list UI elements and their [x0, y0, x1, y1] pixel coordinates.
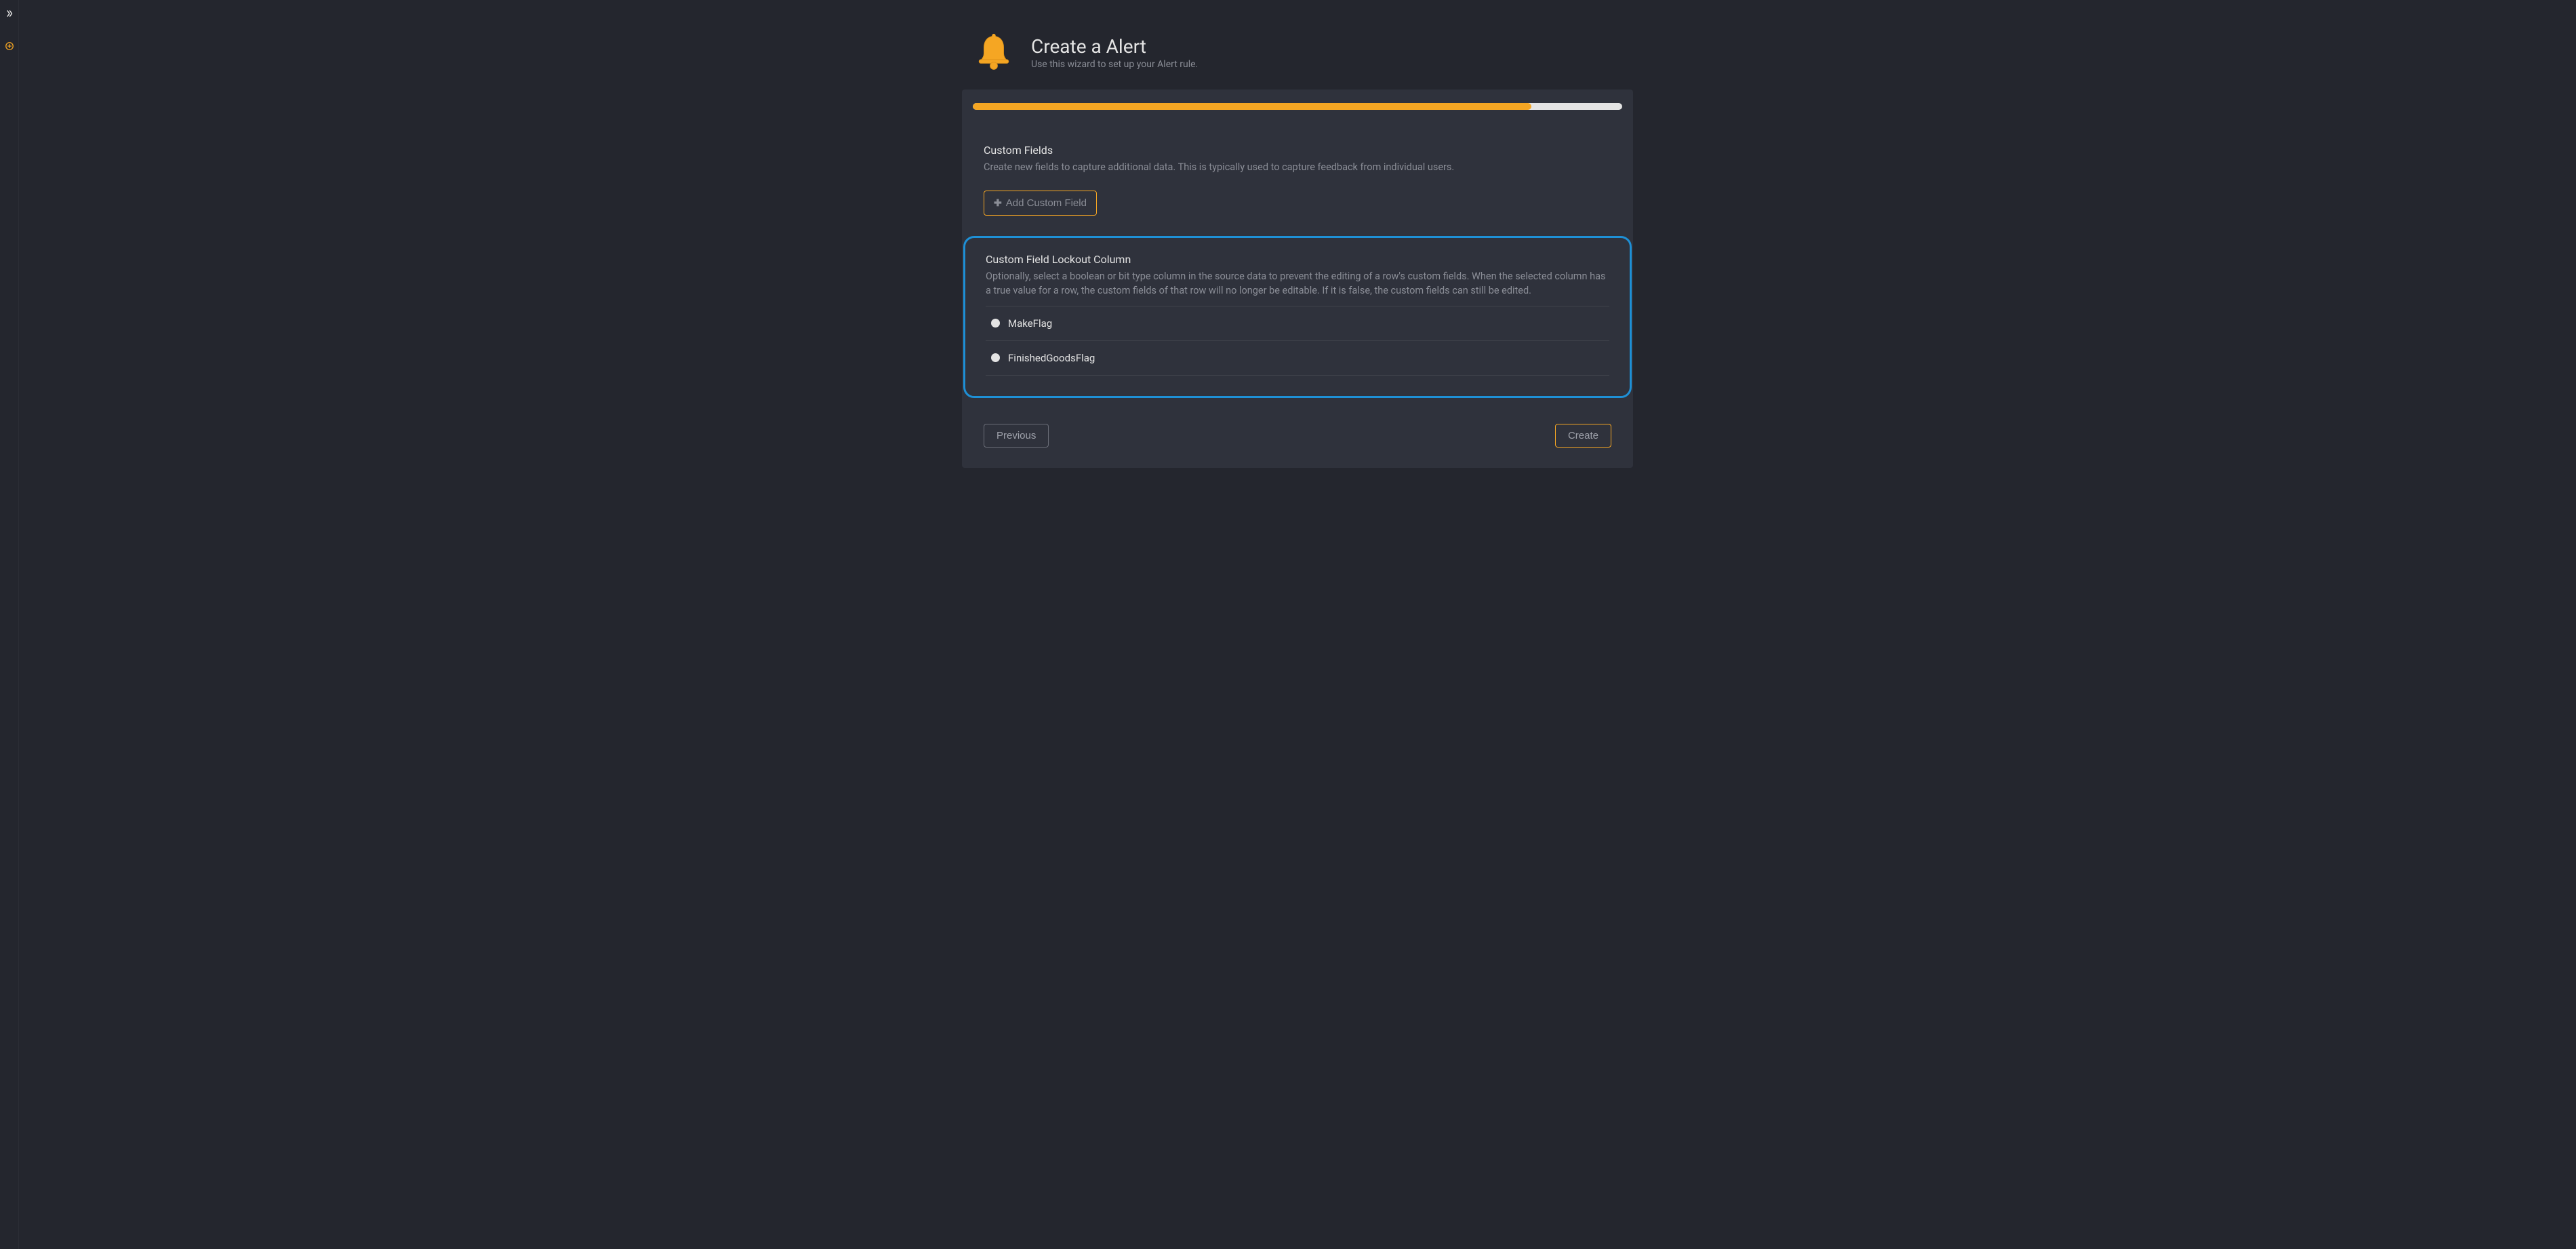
lockout-description: Optionally, select a boolean or bit type… — [986, 270, 1609, 298]
chevrons-right-icon — [5, 9, 14, 18]
progress-bar — [973, 103, 1622, 110]
plus-icon: ✚ — [994, 197, 1002, 209]
previous-button[interactable]: Previous — [984, 424, 1049, 448]
wizard-card: Custom Fields Create new fields to captu… — [962, 90, 1633, 468]
page-title: Create a Alert — [1031, 35, 1198, 58]
option-label: FinishedGoodsFlag — [1008, 352, 1095, 364]
content-column: Create a Alert Use this wizard to set up… — [962, 31, 1633, 1249]
lockout-title: Custom Field Lockout Column — [986, 253, 1609, 266]
custom-fields-description: Create new fields to capture additional … — [984, 161, 1611, 174]
custom-fields-title: Custom Fields — [984, 144, 1611, 157]
expand-sidebar-button[interactable] — [3, 7, 16, 20]
bell-icon — [973, 31, 1015, 73]
plus-circle-icon — [5, 41, 14, 51]
add-item-sidebar-button[interactable] — [3, 39, 16, 53]
page-titles: Create a Alert Use this wizard to set up… — [1031, 35, 1198, 70]
wizard-footer: Previous Create — [973, 414, 1622, 454]
sidebar — [0, 0, 19, 1249]
lockout-section-highlight: Custom Field Lockout Column Optionally, … — [963, 236, 1632, 398]
create-button[interactable]: Create — [1555, 424, 1611, 448]
lockout-option-makeflag[interactable]: MakeFlag — [986, 306, 1609, 340]
page-subtitle: Use this wizard to set up your Alert rul… — [1031, 59, 1198, 70]
add-custom-field-label: Add Custom Field — [1006, 197, 1087, 209]
option-label: MakeFlag — [1008, 317, 1052, 330]
radio-icon — [991, 319, 1000, 328]
lockout-options-list: MakeFlag FinishedGoodsFlag — [986, 306, 1609, 376]
progress-fill — [973, 103, 1531, 110]
radio-icon — [991, 353, 1000, 362]
add-custom-field-button[interactable]: ✚ Add Custom Field — [984, 191, 1097, 216]
main-area: Create a Alert Use this wizard to set up… — [19, 0, 2576, 1249]
lockout-option-finishedgoodsflag[interactable]: FinishedGoodsFlag — [986, 340, 1609, 376]
app-root: Create a Alert Use this wizard to set up… — [0, 0, 2576, 1249]
custom-fields-section: Custom Fields Create new fields to captu… — [973, 144, 1622, 236]
page-header: Create a Alert Use this wizard to set up… — [962, 31, 1633, 90]
